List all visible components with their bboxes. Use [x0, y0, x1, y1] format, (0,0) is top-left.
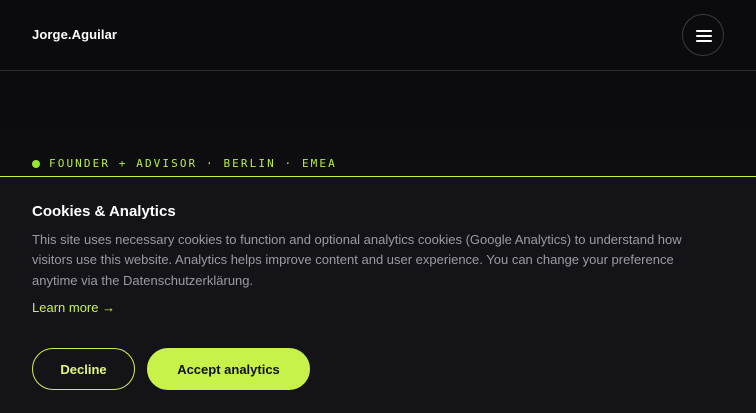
- eyebrow-text: FOUNDER + ADVISOR · BERLIN · EMEA: [49, 157, 337, 170]
- cookie-banner: Cookies & Analytics This site uses neces…: [0, 176, 756, 413]
- hero-eyebrow: FOUNDER + ADVISOR · BERLIN · EMEA: [32, 157, 337, 170]
- site-header: Jorge.Aguilar: [0, 0, 756, 71]
- accept-analytics-button[interactable]: Accept analytics: [147, 348, 310, 390]
- brand-logo[interactable]: Jorge.Aguilar: [32, 27, 117, 42]
- menu-button[interactable]: [682, 14, 724, 56]
- cookie-description: This site uses necessary cookies to func…: [32, 232, 682, 288]
- page: Jorge.Aguilar FOUNDER + ADVISOR · BERLIN…: [0, 0, 756, 413]
- menu-line: [696, 35, 712, 37]
- decline-button[interactable]: Decline: [32, 348, 135, 390]
- status-dot-icon: [32, 159, 40, 168]
- menu-line: [696, 30, 712, 32]
- menu-line: [696, 40, 712, 42]
- cookie-title: Cookies & Analytics: [32, 203, 176, 220]
- learn-more-link[interactable]: Learn more →: [32, 300, 115, 315]
